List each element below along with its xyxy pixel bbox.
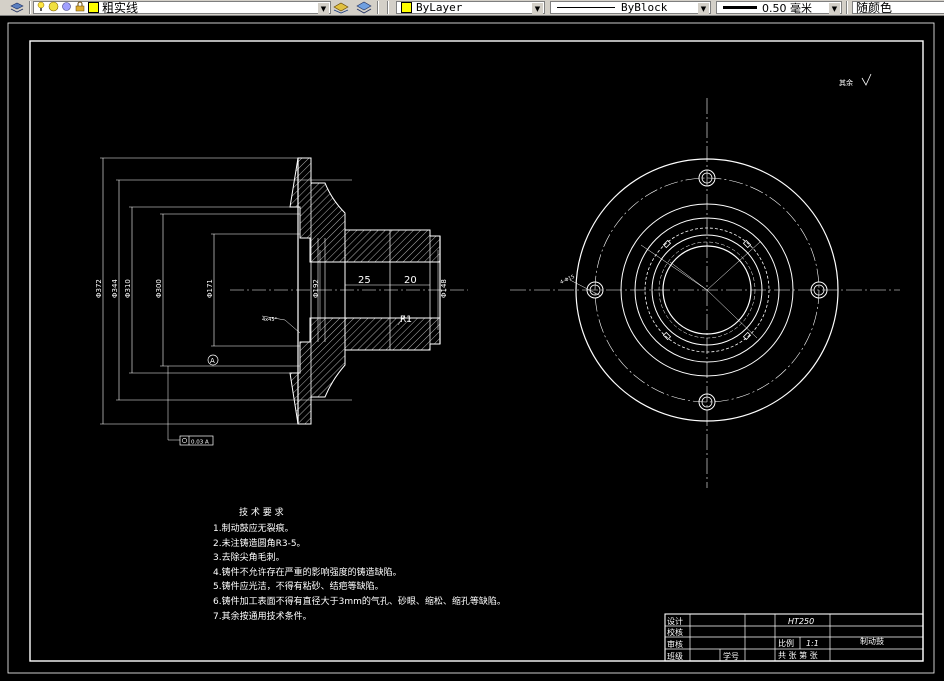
plotstyle-value: 随颜色: [856, 1, 893, 15]
layer-previous-icon[interactable]: [356, 0, 372, 15]
linetype-sample: [557, 7, 615, 8]
tech-req-item: 4.铸件不允许存在严重的影响强度的铸造缺陷。: [213, 566, 402, 578]
tech-req-item: 7.其余按通用技术条件。: [213, 610, 312, 622]
dim-radius-text: R1: [400, 315, 412, 325]
chevron-down-icon[interactable]: ▼: [829, 3, 840, 14]
scale-label: 比例: [778, 638, 794, 648]
properties-toolbar: 粗实线 ▼ ByLayer ▼ ByBlock ▼ 0.50 毫米 ▼ 随颜色: [0, 0, 944, 16]
dim-d5-text: Φ171: [206, 279, 214, 298]
sheets-text: 共 张 第 张: [778, 650, 818, 660]
layer-combo[interactable]: 粗实线 ▼: [33, 1, 331, 15]
part-name: 制动鼓: [860, 636, 884, 646]
toolbar-separator: [29, 1, 31, 14]
dim-d6-text: Φ192: [312, 279, 320, 298]
linetype-value: ByBlock: [621, 1, 668, 14]
chevron-down-icon[interactable]: ▼: [318, 3, 329, 14]
layer-viewport-icon: [61, 1, 72, 15]
color-value: ByLayer: [416, 1, 463, 14]
toolbar-separator: [846, 1, 848, 14]
layer-name: 粗实线: [102, 1, 139, 15]
dim-chamfer-text: 4x45°: [262, 317, 278, 323]
tech-req-item: 3.去除尖角毛刺。: [213, 551, 285, 563]
student-no-label: 学号: [723, 651, 739, 661]
linetype-combo[interactable]: ByBlock ▼: [550, 1, 711, 14]
material-text: HT250: [788, 617, 814, 626]
scale-value: 1:1: [806, 639, 819, 648]
make-layer-current-icon[interactable]: [333, 0, 349, 15]
layer-freeze-icon: [48, 1, 59, 15]
dim-d4-text: Φ300: [155, 279, 163, 298]
dim-len2-text: 20: [404, 275, 417, 286]
tech-req-item: 2.未注铸造圆角R3-5。: [213, 537, 306, 549]
dim-d3-text: Φ310: [124, 279, 132, 298]
role-design: 设计: [667, 616, 683, 626]
role-review: 审核: [667, 639, 683, 649]
layer-on-icon: [37, 1, 45, 15]
dim-d2-text: Φ344: [111, 279, 119, 298]
color-combo[interactable]: ByLayer ▼: [396, 1, 545, 14]
drawing-canvas[interactable]: 其余 Φ372 Φ344 Φ310 Φ300 Φ171 Φ192 Φ148 25…: [0, 16, 944, 681]
feature-frame-text: 0.03 A: [191, 440, 209, 446]
chevron-down-icon[interactable]: ▼: [532, 3, 543, 14]
layer-manager-icon[interactable]: [10, 0, 24, 15]
toolbar-separator: [387, 1, 389, 14]
dim-d7-text: Φ148: [440, 279, 448, 298]
color-swatch: [401, 2, 412, 13]
dim-d1-text: Φ372: [95, 279, 103, 298]
roughness-note-label: 其余: [839, 78, 853, 87]
lineweight-value: 0.50 毫米: [762, 1, 812, 15]
tech-req-item: 5.铸件应光洁，不得有粘砂、结疤等缺陷。: [213, 580, 384, 592]
tech-req-item: 6.铸件加工表面不得有直径大于3mm的气孔、砂眼、缩松、缩孔等缺陷。: [213, 595, 506, 607]
dim-len1-text: 25: [358, 275, 371, 286]
datum-label-text: A: [210, 357, 215, 365]
layer-lock-icon: [75, 1, 86, 15]
role-check: 校核: [667, 627, 683, 637]
lineweight-sample: [723, 6, 757, 9]
tech-req-item: 1.制动鼓应无裂痕。: [213, 522, 294, 534]
lineweight-combo[interactable]: 0.50 毫米 ▼: [716, 1, 842, 15]
chevron-down-icon[interactable]: ▼: [698, 3, 709, 14]
tech-req-title: 技 术 要 求: [239, 506, 284, 518]
toolbar-separator: [377, 1, 379, 14]
plotstyle-combo[interactable]: 随颜色: [852, 1, 944, 15]
role-class: 班级: [667, 651, 683, 661]
layer-color-swatch: [88, 2, 99, 13]
